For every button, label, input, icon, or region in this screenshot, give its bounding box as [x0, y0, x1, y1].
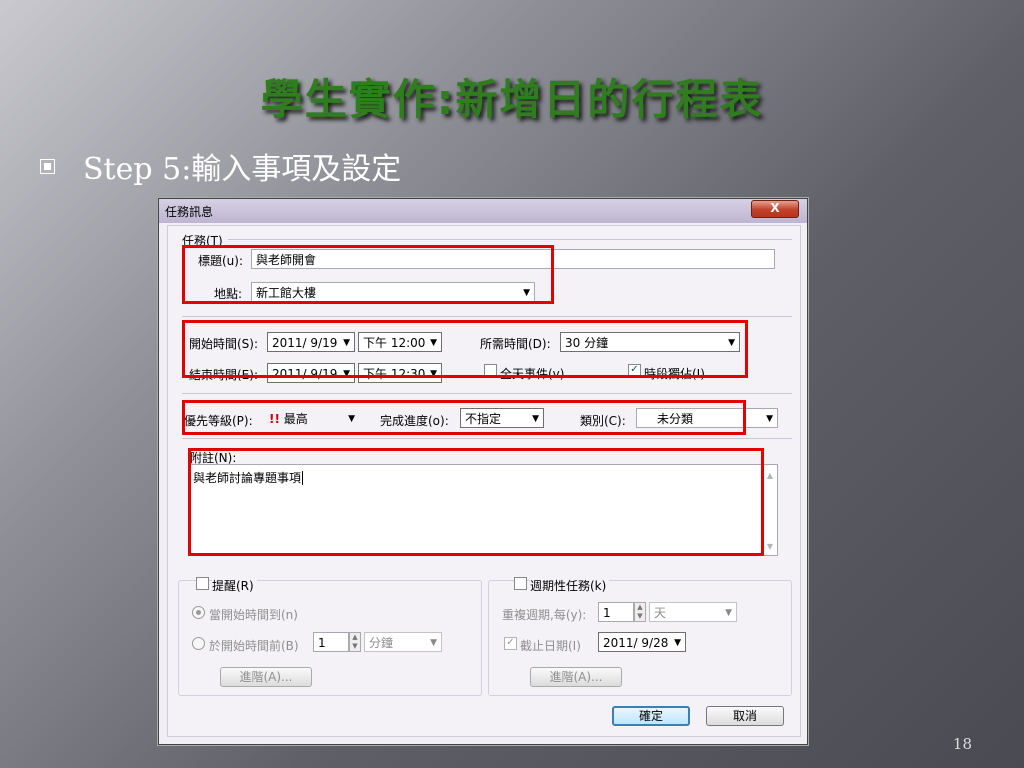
reminder-before-label: 於開始時間前(B): [209, 639, 299, 653]
task-group-line: [228, 239, 792, 240]
repeat-spin-icon[interactable]: ▲ ▼: [634, 602, 646, 622]
scroll-down-icon[interactable]: ▼: [767, 542, 773, 551]
slide-title: 學生實作:新增日的行程表: [260, 75, 764, 124]
close-button[interactable]: X: [751, 200, 799, 218]
task-dialog: 任務訊息 X 任務(T) 標題(u): 與老師開會 地點: 新工館大樓 ▼ 開始…: [158, 198, 808, 745]
highlight-box-priority: [182, 400, 746, 435]
reminder-amount-value: 1: [318, 636, 326, 650]
highlight-box-subject: [182, 245, 554, 304]
chevron-down-icon[interactable]: ▼: [674, 633, 681, 651]
repeat-label: 重複週期,每(y):: [502, 608, 587, 622]
close-icon: X: [770, 201, 780, 215]
ok-button[interactable]: 確定: [612, 706, 690, 726]
recurrence-advanced-button[interactable]: 進階(A)...: [530, 667, 622, 687]
recurrence-label: 週期性任務(k): [530, 577, 610, 594]
cancel-button[interactable]: 取消: [706, 706, 784, 726]
separator: [182, 438, 792, 439]
highlight-box-time: [182, 320, 748, 378]
reminder-spin-icon[interactable]: ▲ ▼: [349, 632, 361, 652]
reminder-on-start-radio[interactable]: [192, 606, 205, 619]
dialog-body: 任務(T) 標題(u): 與老師開會 地點: 新工館大樓 ▼ 開始時間(S): …: [167, 225, 801, 737]
reminder-unit-combo[interactable]: 分鐘 ▼: [364, 632, 442, 652]
recurrence-checkbox[interactable]: [514, 577, 527, 590]
chevron-down-icon[interactable]: ▼: [725, 603, 732, 621]
scroll-up-icon[interactable]: ▲: [767, 471, 773, 480]
repeat-unit-value: 天: [654, 606, 667, 620]
page-number: 18: [952, 735, 972, 753]
bullet-line: Step 5:輸入事項及設定: [40, 146, 402, 187]
highlight-box-notes: [188, 448, 764, 556]
reminder-advanced-button[interactable]: 進階(A)...: [220, 667, 312, 687]
reminder-unit-value: 分鐘: [369, 636, 394, 650]
recurrence-end-date-value: 2011/ 9/28: [603, 636, 669, 650]
bullet-square-icon: [40, 158, 55, 174]
chevron-down-icon[interactable]: ▼: [430, 633, 437, 651]
separator: [182, 316, 792, 317]
repeat-unit-combo[interactable]: 天 ▼: [649, 602, 737, 622]
repeat-amount-value: 1: [603, 606, 611, 620]
dialog-title: 任務訊息: [165, 205, 214, 219]
end-date-checkbox[interactable]: ✓: [504, 637, 517, 650]
end-date-picker[interactable]: 2011/ 9/28 ▼: [598, 632, 686, 652]
reminder-on-start-label: 當開始時間到(n): [209, 608, 298, 622]
dialog-titlebar[interactable]: 任務訊息 X: [159, 199, 807, 223]
end-date-label: 截止日期(I): [520, 639, 581, 653]
bullet-text: Step 5:輸入事項及設定: [83, 152, 402, 187]
reminder-before-radio[interactable]: [192, 637, 205, 650]
separator: [182, 393, 792, 394]
reminder-label: 提醒(R): [212, 577, 257, 594]
chevron-down-icon[interactable]: ▼: [766, 409, 773, 427]
repeat-amount-input[interactable]: 1: [598, 602, 634, 622]
reminder-checkbox[interactable]: [196, 577, 209, 590]
reminder-amount-input[interactable]: 1: [313, 632, 349, 652]
